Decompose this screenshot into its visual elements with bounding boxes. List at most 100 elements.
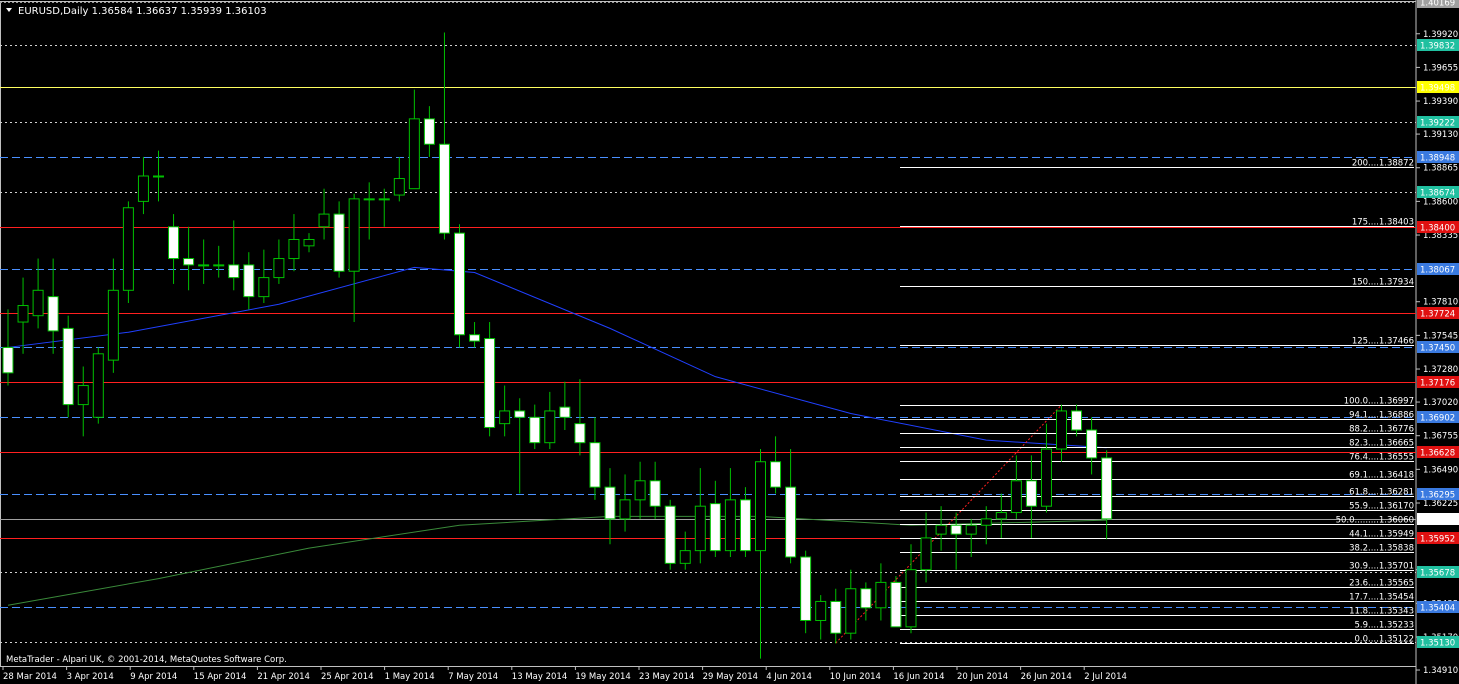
price-level-tag-text: 1.38400	[1420, 224, 1455, 234]
price-chart[interactable]: 200....1.38872 175....1.38403 150....1.379…	[0, 0, 1459, 684]
candle-bullish[interactable]	[153, 175, 164, 178]
candle-bearish[interactable]	[183, 258, 195, 266]
candle-bearish[interactable]	[649, 480, 661, 507]
price-level-tag-text: 1.40169	[1420, 0, 1455, 9]
time-tick-label: 7 May 2014	[448, 672, 498, 682]
fib-level-label: 5.9....1.35233	[1355, 621, 1414, 631]
candle-bullish[interactable]	[107, 289, 119, 361]
candle-bearish[interactable]	[2, 346, 14, 374]
price-level-tag-text: 1.39832	[1420, 42, 1455, 52]
fib-level-label: 17.7....1.35454	[1349, 593, 1414, 603]
candle-bullish[interactable]	[198, 264, 210, 267]
candle-bullish[interactable]	[137, 175, 149, 202]
candle-bearish[interactable]	[1071, 410, 1083, 431]
candle-bearish[interactable]	[1086, 429, 1098, 459]
candle-bullish[interactable]	[408, 118, 420, 190]
candle-bullish[interactable]	[980, 518, 992, 526]
candle-bullish[interactable]	[694, 505, 706, 552]
price-tick-label: 1.39920	[1423, 30, 1458, 40]
candle-bullish[interactable]	[363, 198, 375, 201]
candle-bearish[interactable]	[664, 505, 676, 564]
candle-bullish[interactable]	[845, 588, 857, 634]
candle-bearish[interactable]	[514, 410, 526, 418]
candle-bearish[interactable]	[709, 503, 721, 552]
price-level-tag-text: 1.36295	[1420, 491, 1455, 501]
candle-bullish[interactable]	[634, 480, 646, 501]
price-level-tag-text: 1.35952	[1420, 535, 1455, 545]
candle-bullish[interactable]	[393, 178, 405, 196]
candle-bearish[interactable]	[559, 406, 571, 418]
candle-bearish[interactable]	[484, 338, 496, 428]
candle-bullish[interactable]	[258, 277, 270, 298]
candle-bearish[interactable]	[228, 264, 240, 279]
candle-bearish[interactable]	[423, 118, 435, 145]
candle-bearish[interactable]	[243, 264, 255, 298]
candle-bullish[interactable]	[348, 198, 360, 272]
candle-bullish[interactable]	[77, 385, 89, 406]
candle-bullish[interactable]	[920, 537, 932, 571]
fib-level-label: 30.9....1.35701	[1349, 562, 1414, 572]
fib-level-label: 200....1.38872	[1352, 159, 1414, 169]
candle-bearish[interactable]	[529, 416, 541, 444]
candle-bullish[interactable]	[318, 213, 330, 228]
candle-bullish[interactable]	[544, 410, 556, 444]
candle-bullish[interactable]	[288, 238, 300, 260]
candle-bearish[interactable]	[438, 143, 450, 234]
candle-bearish[interactable]	[830, 600, 842, 634]
candle-bullish[interactable]	[875, 581, 887, 609]
plot-frame	[0, 1, 1417, 667]
candle-bearish[interactable]	[604, 486, 616, 520]
candle-bullish[interactable]	[32, 289, 44, 317]
candle-bearish[interactable]	[574, 423, 586, 444]
candle-bearish[interactable]	[62, 327, 74, 406]
candle-bullish[interactable]	[679, 550, 691, 564]
candle-bullish[interactable]	[1010, 480, 1022, 514]
candle-bearish[interactable]	[800, 556, 812, 621]
candle-bullish[interactable]	[273, 258, 285, 279]
price-level-tag-text: 1.36103	[1420, 516, 1455, 526]
fib-level-label: 94.1....1.36886	[1349, 411, 1414, 421]
candle-bullish[interactable]	[755, 461, 766, 552]
candle-bearish[interactable]	[785, 486, 797, 558]
candle-bearish[interactable]	[770, 461, 782, 488]
time-tick-label: 25 Apr 2014	[321, 672, 374, 682]
candle-bearish[interactable]	[168, 226, 180, 260]
time-tick-label: 23 May 2014	[639, 672, 694, 682]
candle-bearish[interactable]	[1025, 480, 1037, 507]
candle-bearish[interactable]	[589, 442, 601, 488]
candle-bullish[interactable]	[724, 499, 736, 552]
candle-bearish[interactable]	[860, 588, 872, 609]
price-tick-label: 1.36225	[1423, 499, 1458, 509]
candle-bullish[interactable]	[965, 524, 977, 535]
candle-bearish[interactable]	[739, 499, 751, 552]
price-tick-label: 1.39130	[1423, 130, 1458, 140]
candle-bearish[interactable]	[469, 334, 481, 342]
candle-bearish[interactable]	[950, 524, 962, 535]
candle-bullish[interactable]	[905, 569, 917, 628]
candle-bullish[interactable]	[303, 238, 315, 247]
candle-bullish[interactable]	[619, 499, 631, 520]
candle-bullish[interactable]	[1040, 448, 1052, 507]
candle-bearish[interactable]	[47, 296, 59, 332]
candle-bullish[interactable]	[92, 353, 104, 418]
candle-bullish[interactable]	[1056, 410, 1067, 450]
price-level-tag-text: 1.38948	[1420, 154, 1455, 164]
candle-bullish[interactable]	[935, 524, 947, 535]
candle-bullish[interactable]	[499, 410, 511, 425]
price-tick-label: 1.39390	[1423, 97, 1458, 107]
candle-bullish[interactable]	[995, 512, 1007, 520]
candle-bearish[interactable]	[890, 581, 902, 628]
time-tick-label: 1 May 2014	[385, 672, 435, 682]
candle-bullish[interactable]	[17, 305, 29, 323]
candle-bullish[interactable]	[815, 600, 827, 621]
candle-bullish[interactable]	[122, 207, 134, 291]
candle-bearish[interactable]	[1101, 457, 1113, 520]
copyright-text: MetaTrader - Alpari UK, © 2001-2014, Met…	[6, 655, 287, 665]
candle-bearish[interactable]	[333, 213, 345, 272]
price-tick-label: 1.34910	[1423, 666, 1458, 676]
price-level-tag-text: 1.36628	[1420, 449, 1455, 459]
price-level-tag-text: 1.39498	[1420, 84, 1455, 94]
candle-bullish[interactable]	[378, 198, 390, 201]
candle-bearish[interactable]	[454, 232, 465, 336]
candle-bullish[interactable]	[213, 264, 225, 267]
